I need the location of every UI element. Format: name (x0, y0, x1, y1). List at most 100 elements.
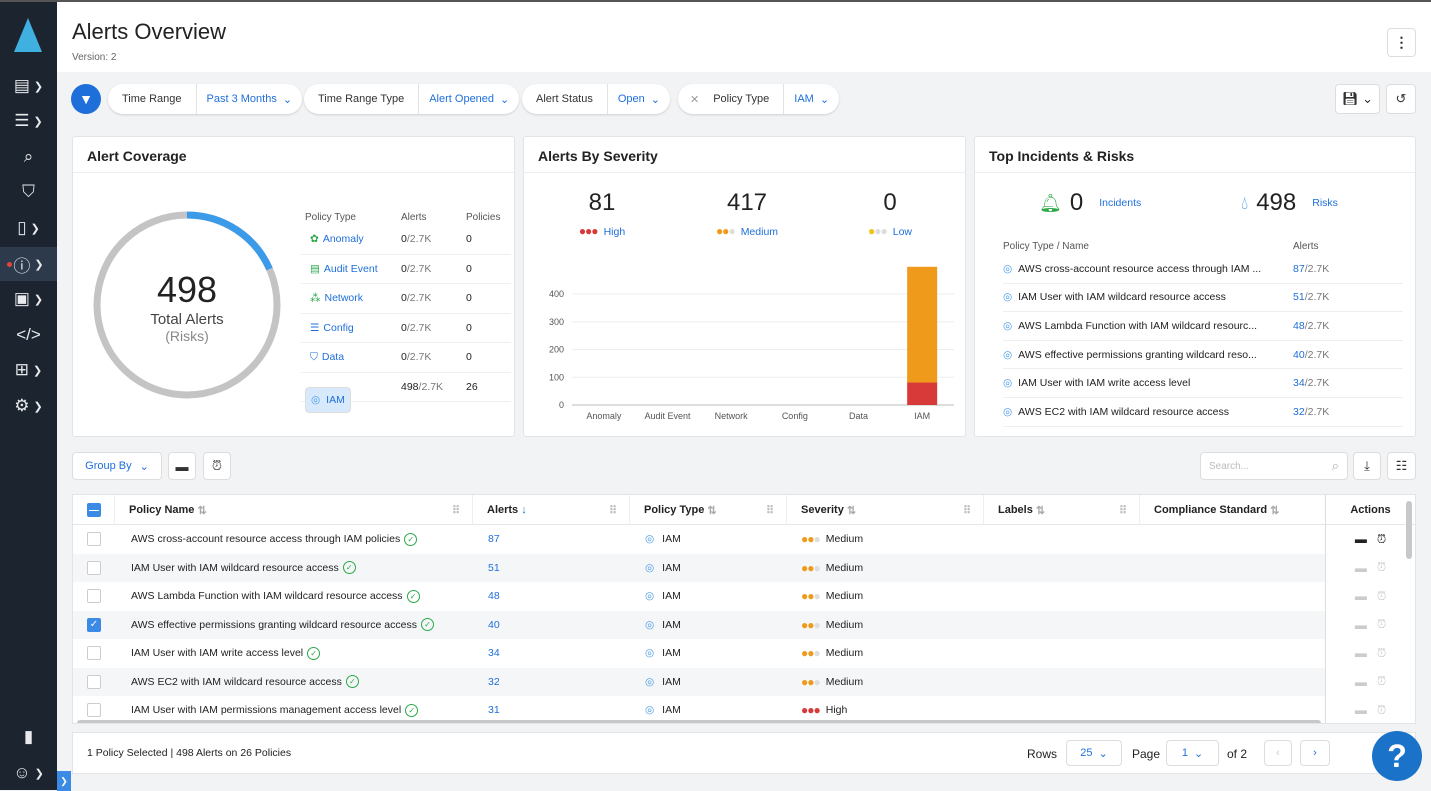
table-row[interactable]: AWS cross-account resource access throug… (73, 525, 1325, 554)
incidents-summary[interactable]: 🔔︎ 0 Incidents (1039, 189, 1141, 217)
prev-page-button[interactable]: ‹ (1264, 740, 1292, 766)
policy-type-iam[interactable]: ◎ IAM (305, 386, 351, 413)
archive-icon[interactable]: ▬ (1355, 646, 1367, 660)
filter-button[interactable]: ▼ (71, 84, 101, 114)
filter-alert-status[interactable]: Alert Status Open ⌄ (522, 84, 670, 114)
incident-row[interactable]: ◎ IAM User with IAM wildcard resource acc… (1003, 284, 1403, 313)
col-severity[interactable]: Severity ⇅ ⠿ (787, 495, 984, 525)
table-row[interactable]: AWS EC2 with IAM wildcard resource acces… (73, 667, 1325, 696)
policy-name[interactable]: AWS effective permissions granting wildc… (131, 619, 417, 631)
drag-handle-icon[interactable]: ⠿ (452, 504, 460, 517)
sidebar-item-dashboard[interactable]: ▤ ❯ (0, 69, 57, 103)
policy-name[interactable]: AWS cross-account resource access throug… (131, 533, 400, 545)
columns-button[interactable]: ☷ (1387, 452, 1416, 480)
archive-icon[interactable]: ▬ (1355, 589, 1367, 603)
alarm-clock-icon[interactable]: ⏰︎ (1377, 617, 1386, 632)
col-labels[interactable]: Labels ⇅ ⠿ (984, 495, 1140, 525)
alarm-clock-icon[interactable]: ⏰︎ (1377, 589, 1386, 604)
row-checkbox[interactable] (87, 560, 101, 575)
sidebar-item-docs[interactable]: ▮ (0, 720, 57, 754)
row-checkbox[interactable] (87, 674, 101, 689)
severity-link-low[interactable]: ●●● Low (830, 224, 950, 238)
policy-type-anomaly[interactable]: ✿ Anomaly (305, 230, 369, 248)
more-options-button[interactable]: ⋮ (1387, 28, 1416, 57)
save-filter-button[interactable]: 💾︎ ⌄ (1335, 84, 1380, 114)
policy-name[interactable]: AWS Lambda Function with IAM wildcard re… (131, 590, 403, 602)
drag-handle-icon[interactable]: ⠿ (609, 504, 617, 517)
policy-type-audit-event[interactable]: ▤ Audit Event (305, 260, 383, 278)
filter-policy-type[interactable]: ✕ Policy Type IAM ⌄ (678, 84, 840, 114)
group-by-dropdown[interactable]: Group By ⌄ (72, 452, 162, 480)
policy-name[interactable]: IAM User with IAM wildcard resource acce… (131, 562, 339, 574)
alarm-clock-icon[interactable]: ⏰︎ (1377, 560, 1386, 575)
archive-icon[interactable]: ▬ (1355, 618, 1367, 632)
col-policy-name[interactable]: Policy Name ⇅ ⠿ (115, 495, 473, 525)
col-policy-type[interactable]: Policy Type ⇅ ⠿ (630, 495, 787, 525)
checkbox-indeterminate[interactable]: — (87, 503, 101, 517)
sidebar-item-policies[interactable]: ⛉ (0, 175, 57, 209)
incident-row[interactable]: ◎ AWS cross-account resource access throu… (1003, 255, 1403, 284)
filter-time-range-type[interactable]: Time Range Type Alert Opened ⌄ (304, 84, 520, 114)
archive-icon[interactable]: ▬ (1355, 703, 1367, 717)
alarm-clock-icon[interactable]: ⏰︎ (1377, 646, 1386, 661)
alarm-clock-icon[interactable]: ⏰︎ (1377, 674, 1386, 689)
expand-sidebar-button[interactable]: ❯ (57, 771, 71, 791)
snooze-button[interactable]: ⏰︎ (203, 452, 231, 480)
sidebar-item-code[interactable]: </> (0, 318, 57, 352)
alerts-link[interactable]: 40 (1293, 349, 1305, 361)
archive-icon[interactable]: ▬ (1355, 532, 1367, 546)
select-all-checkbox[interactable]: — (73, 495, 115, 525)
alerts-link[interactable]: 87 (1293, 263, 1305, 275)
remove-filter-icon[interactable]: ✕ (678, 93, 699, 106)
incident-row[interactable]: ◎ AWS Lambda Function with IAM wildcard r… (1003, 312, 1403, 341)
incident-row[interactable]: ◎ AWS EC2 with IAM wildcard resource acce… (1003, 398, 1403, 427)
row-checkbox[interactable] (87, 646, 101, 661)
sidebar-item-compliance[interactable]: ▯ ❯ (0, 211, 57, 245)
next-page-button[interactable]: › (1300, 740, 1330, 766)
archive-icon[interactable]: ▬ (1355, 561, 1367, 575)
archive-icon[interactable]: ▬ (1355, 675, 1367, 689)
policy-type-network[interactable]: ⁂ Network (305, 289, 368, 307)
policy-name[interactable]: IAM User with IAM write access level (131, 647, 303, 659)
alerts-link[interactable]: 32 (488, 676, 500, 688)
alerts-link[interactable]: 34 (1293, 377, 1305, 389)
sort-icon[interactable]: ⇅ (707, 504, 716, 517)
sidebar-item-network[interactable]: ⊞ ❯ (0, 353, 57, 387)
policy-type-config[interactable]: ☰ Config (305, 319, 359, 337)
incident-row[interactable]: ◎ AWS effective permissions granting wild… (1003, 341, 1403, 370)
row-checkbox[interactable]: ✓ (87, 617, 101, 632)
policy-name[interactable]: IAM User with IAM permissions management… (131, 704, 401, 716)
drag-handle-icon[interactable]: ⠿ (766, 504, 774, 517)
alerts-link[interactable]: 48 (1293, 320, 1305, 332)
drag-handle-icon[interactable]: ⠿ (963, 504, 971, 517)
sort-icon[interactable]: ⇅ (1036, 504, 1045, 517)
table-row[interactable]: ✓ AWS effective permissions granting wil… (73, 610, 1325, 639)
policy-name[interactable]: AWS EC2 with IAM wildcard resource acces… (131, 676, 342, 688)
severity-link-high[interactable]: ●●● High (542, 224, 662, 238)
search-input[interactable]: Search... ⌕ (1200, 452, 1348, 480)
sort-icon[interactable]: ⇅ (847, 504, 856, 517)
alerts-link[interactable]: 51 (1293, 291, 1305, 303)
sidebar-item-alerts[interactable]: ⓘ ❯ (0, 247, 57, 281)
col-alerts[interactable]: Alerts ↓ ⠿ (473, 495, 630, 525)
policy-type-data[interactable]: ⛉ Data (305, 348, 349, 367)
alerts-link[interactable]: 87 (488, 533, 500, 545)
table-row[interactable]: IAM User with IAM write access level ✓ 34… (73, 639, 1325, 668)
alarm-clock-icon[interactable]: ⏰︎ (1377, 532, 1386, 547)
drag-handle-icon[interactable]: ⠿ (1119, 504, 1127, 517)
alerts-link[interactable]: 51 (488, 562, 500, 574)
sort-icon[interactable]: ⇅ (197, 504, 206, 517)
risks-link[interactable]: Risks (1312, 197, 1338, 209)
sidebar-item-inventory[interactable]: ☰ ❯ (0, 104, 57, 138)
filter-time-range[interactable]: Time Range Past 3 Months ⌄ (108, 84, 303, 114)
alerts-link[interactable]: 32 (1293, 406, 1305, 418)
risks-summary[interactable]: 💧︎ 498 Risks (1241, 189, 1338, 217)
reset-filter-button[interactable]: ↺ (1386, 84, 1416, 114)
page-select[interactable]: 1 ⌄ (1166, 740, 1219, 766)
alerts-link[interactable]: 31 (488, 704, 500, 716)
severity-link-medium[interactable]: ●●● Medium (687, 224, 807, 238)
table-row[interactable]: AWS Lambda Function with IAM wildcard re… (73, 582, 1325, 611)
sort-icon[interactable]: ⇅ (1270, 504, 1279, 517)
sort-desc-icon[interactable]: ↓ (521, 504, 527, 516)
vertical-scrollbar[interactable] (1406, 501, 1412, 559)
